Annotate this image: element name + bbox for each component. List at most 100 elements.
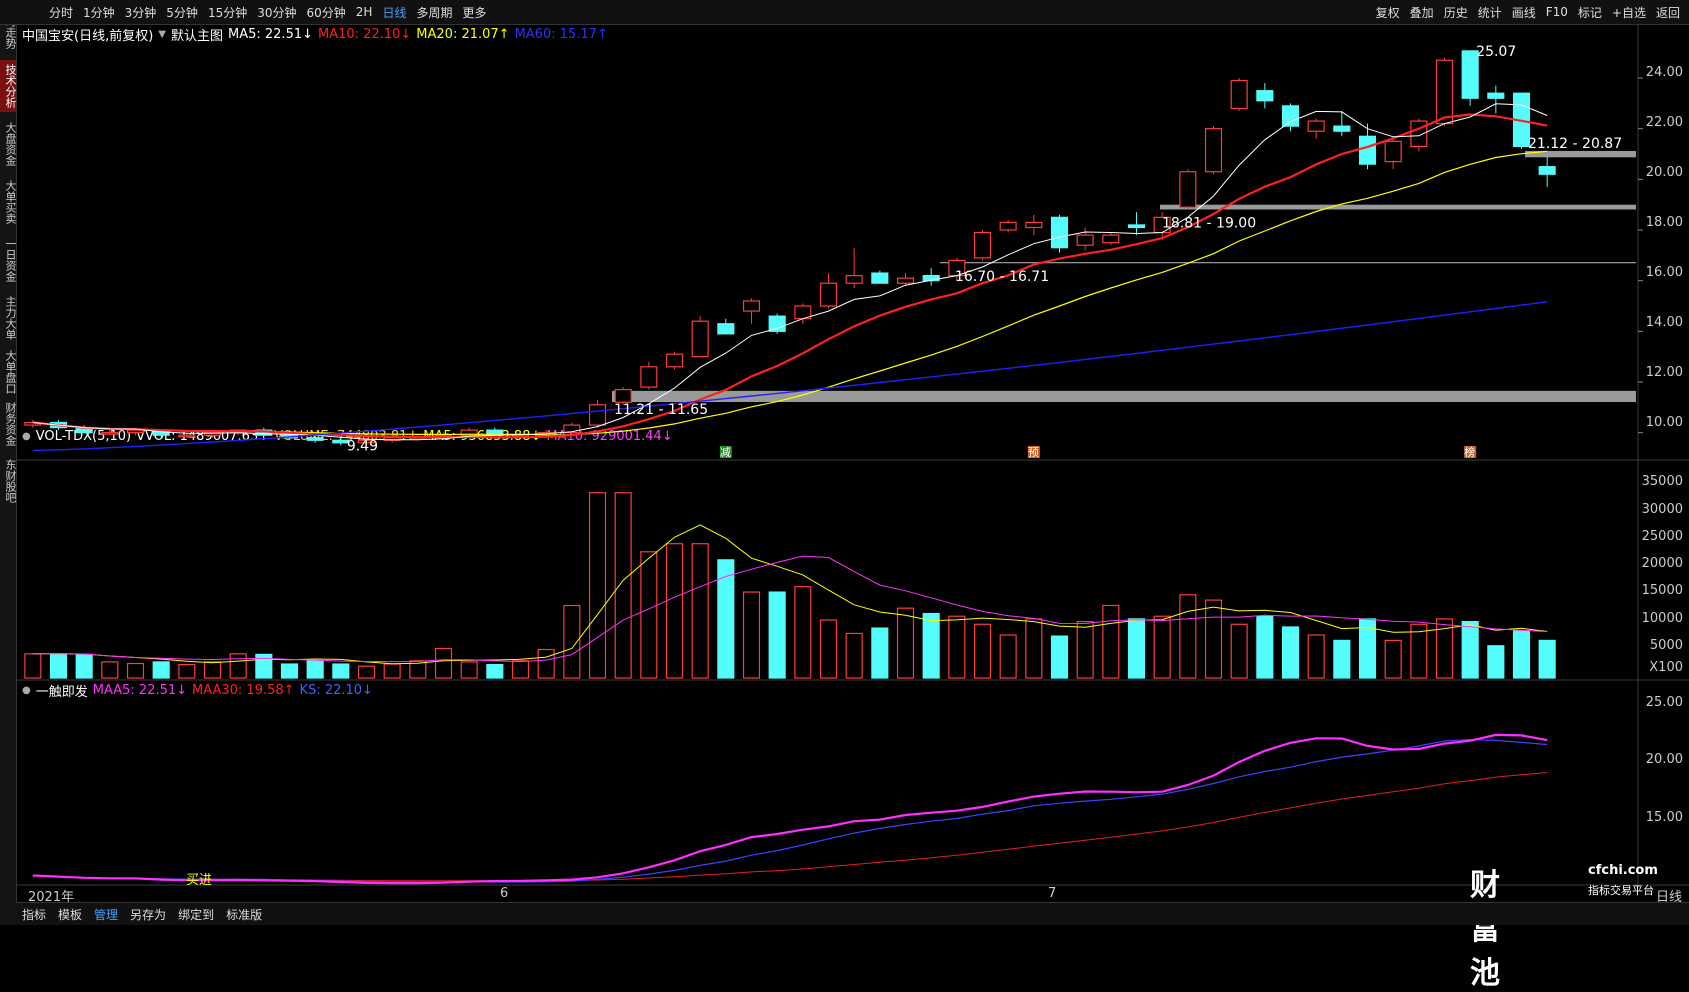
volume-bar xyxy=(640,551,658,679)
bottom-tab[interactable]: 标准版 xyxy=(220,906,268,923)
volume-bar xyxy=(1435,618,1454,679)
axis-label: 20000 xyxy=(1641,556,1683,571)
kline-chart[interactable]: 25.079.4911.21 - 11.6516.70 - 16.7118.81… xyxy=(0,0,1689,925)
sidebar-tab[interactable]: 一日资金 xyxy=(0,234,17,286)
volume-bar xyxy=(460,661,478,679)
zone-label: 16.70 - 16.71 xyxy=(955,269,1049,285)
volume-bar xyxy=(383,663,401,679)
bottom-tab[interactable]: 绑定到 xyxy=(172,906,220,923)
period-button[interactable]: 2H xyxy=(351,5,378,19)
candle-body xyxy=(973,231,992,259)
tool-button[interactable]: 统计 xyxy=(1473,4,1507,21)
bottom-tab[interactable]: 管理 xyxy=(88,906,124,923)
volume-bar xyxy=(101,661,119,679)
volume-bar xyxy=(1204,599,1223,679)
period-button[interactable]: 分时 xyxy=(44,4,78,21)
period-button[interactable]: 3分钟 xyxy=(120,4,162,21)
event-marker-label: 榜 xyxy=(1464,445,1475,459)
period-button[interactable]: 日线 xyxy=(377,4,411,21)
volume-bar xyxy=(896,607,915,679)
period-button[interactable]: 多周期 xyxy=(411,4,457,21)
candle-body xyxy=(1435,59,1454,125)
bottom-tab[interactable]: 指标 xyxy=(16,906,52,923)
candle-body xyxy=(948,259,966,277)
volume-bar xyxy=(563,604,581,679)
period-button[interactable]: 更多 xyxy=(457,4,491,21)
tool-button[interactable]: 画线 xyxy=(1507,4,1541,21)
period-button[interactable]: 30分钟 xyxy=(252,4,301,21)
event-marker xyxy=(1027,446,1040,458)
candle-body xyxy=(640,366,658,388)
period-button[interactable]: 60分钟 xyxy=(302,4,351,21)
left-sidebar: 分时走势 技术分析 大盘资金 大单买卖 一日资金 主力大单 大单盘口 财务资金 东财股吧 xyxy=(0,0,17,925)
tool-button[interactable]: 标记 xyxy=(1573,4,1607,21)
volume-bar xyxy=(1487,645,1505,679)
sidebar-tab[interactable]: 财务资金 xyxy=(0,398,17,450)
volume-bar xyxy=(1025,618,1043,679)
sidebar-tab[interactable]: 大盘资金 xyxy=(0,118,17,170)
axis-label: 15000 xyxy=(1641,583,1683,598)
tool-button[interactable]: 历史 xyxy=(1439,4,1473,21)
candle-body xyxy=(794,305,812,320)
volume-bar xyxy=(1461,620,1479,679)
candle-body xyxy=(1076,234,1094,246)
sidebar-tab[interactable]: 大单买卖 xyxy=(0,176,17,228)
axis-label: 24.00 xyxy=(1645,65,1683,80)
volume-bar xyxy=(537,648,555,679)
period-button[interactable]: 5分钟 xyxy=(161,4,203,21)
ind-name[interactable]: 一触即发 xyxy=(36,681,88,700)
volume-bar xyxy=(255,653,273,679)
vol-name[interactable]: VOL-TDX(5,10) xyxy=(36,429,131,444)
event-marker-label: 预 xyxy=(1028,446,1039,459)
candle-body xyxy=(742,300,761,312)
template-name[interactable]: 默认主图 xyxy=(171,25,223,44)
tool-button[interactable]: 复权 xyxy=(1371,4,1405,21)
brand-name: 财富池 xyxy=(1470,868,1502,991)
main-chart-header: 中国宝安(日线,前复权) ▼ 默认主图 MA5: 22.51↓ MA10: 22… xyxy=(22,24,613,44)
period-toolbar: 分时 1分钟 3分钟 5分钟 15分钟 30分钟 60分钟 2H 日线 多周期 更多 复权 叠加 历史统… xyxy=(0,0,1689,25)
volume-bar xyxy=(1538,639,1556,679)
bottom-tab[interactable]: 另存为 xyxy=(124,906,172,923)
bottom-tab[interactable]: 模板 xyxy=(52,906,88,923)
candle-body xyxy=(1153,216,1171,234)
sidebar-tab[interactable]: 主力大单 xyxy=(0,292,17,344)
candle-body xyxy=(871,272,889,284)
axis-label: 25000 xyxy=(1641,529,1683,544)
brand-site: cfchi.com xyxy=(1588,863,1658,878)
axis-label: 10.00 xyxy=(1645,415,1683,430)
axis-label: 22.00 xyxy=(1645,115,1683,130)
volume-bar xyxy=(1102,604,1120,679)
indicator-dot-icon[interactable]: ● xyxy=(22,685,31,696)
brand-slogan: 指标交易平台 xyxy=(1588,884,1654,897)
volume-bar xyxy=(691,543,709,679)
tool-button[interactable]: +自选 xyxy=(1607,4,1651,21)
volume-bar xyxy=(1307,634,1325,679)
sidebar-tab[interactable]: 大单盘口 xyxy=(0,350,17,394)
candle-body xyxy=(999,221,1017,231)
volume-bar xyxy=(280,663,299,679)
indicator-dot-icon[interactable]: ● xyxy=(22,431,31,442)
sidebar-tab[interactable]: 技术分析 xyxy=(0,60,17,112)
axis-label: 20.00 xyxy=(1645,165,1683,180)
tool-button[interactable]: F10 xyxy=(1541,5,1573,19)
candle-body xyxy=(1410,120,1428,147)
volume-bar xyxy=(434,647,453,679)
volume-bar xyxy=(1333,639,1351,679)
vol-ma5-value: MA5: 936853.88↓ xyxy=(423,428,542,444)
chevron-down-icon[interactable]: ▼ xyxy=(158,29,166,40)
volume-bar xyxy=(717,559,735,679)
tool-button[interactable]: 返回 xyxy=(1651,4,1685,21)
period-buttons: 分时 1分钟 3分钟 5分钟 15分钟 30分钟 60分钟 2H 日线 多周期 更多 xyxy=(44,0,492,24)
axis-label: 14.00 xyxy=(1645,315,1683,330)
candle-body xyxy=(819,282,838,307)
stock-title[interactable]: 中国宝安(日线,前复权) xyxy=(22,25,153,44)
volume-bar xyxy=(1230,623,1248,679)
candle-body xyxy=(1281,105,1300,127)
volume-bar xyxy=(511,660,530,679)
volume-bar xyxy=(1179,594,1197,679)
period-button[interactable]: 15分钟 xyxy=(203,4,252,21)
period-button[interactable]: 1分钟 xyxy=(78,4,120,21)
sidebar-tab[interactable]: 东财股吧 xyxy=(0,456,17,506)
volume-bar xyxy=(1153,615,1171,679)
tool-button[interactable]: 叠加 xyxy=(1405,4,1439,21)
